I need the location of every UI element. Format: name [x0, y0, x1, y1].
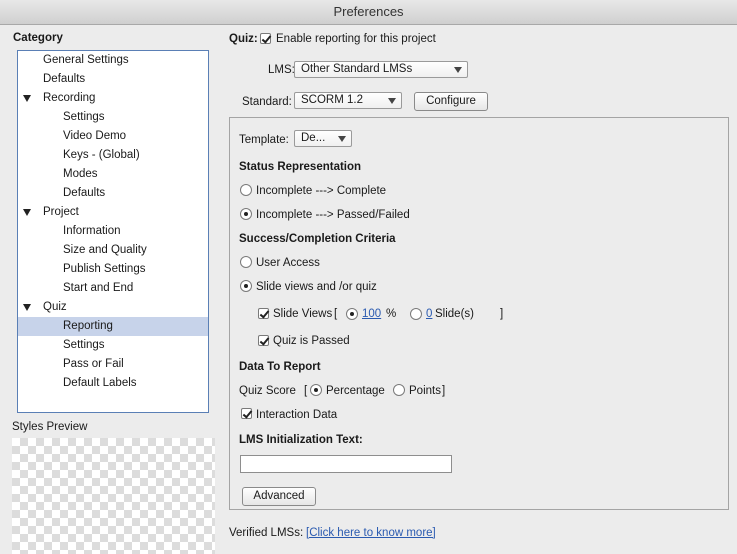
category-item-label: Quiz — [43, 301, 67, 313]
slide-views-slides-unit: Slide(s) — [435, 308, 474, 320]
percentage-label: Percentage — [326, 385, 385, 397]
quiz-score-open-bracket: [ — [304, 385, 308, 397]
category-item-pass-or-fail[interactable]: Pass or Fail — [18, 355, 208, 374]
category-tree: General Settings Defaults Recording Setting… — [17, 50, 209, 413]
template-select-value: De... — [301, 132, 326, 144]
category-item-project[interactable]: Project — [18, 203, 208, 222]
lms-init-text-input[interactable] — [240, 455, 452, 473]
category-item-label: Reporting — [63, 320, 113, 332]
percentage-radio[interactable] — [310, 384, 322, 396]
advanced-button[interactable]: Advanced — [242, 487, 316, 506]
slide-views-checkbox[interactable] — [258, 308, 269, 319]
lms-select[interactable]: Other Standard LMSs — [294, 61, 468, 78]
slide-views-label: Slide Views — [273, 308, 333, 320]
slide-views-quiz-label: Slide views and /or quiz — [256, 281, 377, 293]
category-item-label: Defaults — [63, 187, 106, 199]
chevron-down-icon — [338, 136, 346, 142]
category-item-label: Settings — [63, 339, 105, 351]
styles-preview-label: Styles Preview — [12, 421, 88, 433]
category-item-defaults[interactable]: Defaults — [18, 70, 208, 89]
points-radio[interactable] — [393, 384, 405, 396]
category-item-label: Pass or Fail — [63, 358, 124, 370]
configure-button[interactable]: Configure — [414, 92, 488, 111]
category-item-recording[interactable]: Recording — [18, 89, 208, 108]
template-select[interactable]: De... — [294, 130, 352, 147]
standard-label: Standard: — [242, 96, 292, 108]
category-heading: Category — [13, 32, 63, 44]
lms-label: LMS: — [268, 64, 295, 76]
status-passed-failed-radio[interactable] — [240, 208, 252, 220]
category-item-start-and-end[interactable]: Start and End — [18, 279, 208, 298]
category-item-modes[interactable]: Modes — [18, 165, 208, 184]
slide-views-close-bracket: ] — [500, 308, 504, 320]
category-item-publish-settings[interactable]: Publish Settings — [18, 260, 208, 279]
slide-views-open-bracket: [ — [334, 308, 338, 320]
window-title: Preferences — [0, 0, 737, 25]
quiz-label: Quiz: — [229, 33, 258, 45]
category-item-size-and-quality[interactable]: Size and Quality — [18, 241, 208, 260]
slide-views-percent-value[interactable]: 100 — [362, 307, 381, 321]
status-passed-failed-label: Incomplete ---> Passed/Failed — [256, 209, 410, 221]
standard-select[interactable]: SCORM 1.2 — [294, 92, 402, 109]
slide-views-slides-value[interactable]: 0 — [426, 307, 432, 321]
disclosure-triangle-icon[interactable] — [23, 304, 31, 311]
styles-preview-area — [12, 438, 215, 554]
category-item-label: Modes — [63, 168, 98, 180]
quiz-passed-label: Quiz is Passed — [273, 335, 350, 347]
lms-select-value: Other Standard LMSs — [301, 63, 413, 75]
category-item-label: General Settings — [43, 54, 129, 66]
category-item-information[interactable]: Information — [18, 222, 208, 241]
chevron-down-icon — [454, 67, 462, 73]
category-item-label: Start and End — [63, 282, 134, 294]
category-item-reporting[interactable]: Reporting — [18, 317, 208, 336]
category-item-default-labels[interactable]: Default Labels — [18, 374, 208, 393]
category-item-settings[interactable]: Settings — [18, 336, 208, 355]
category-item-defaults[interactable]: Defaults — [18, 184, 208, 203]
category-item-settings[interactable]: Settings — [18, 108, 208, 127]
status-heading: Status Representation — [239, 161, 362, 173]
interaction-data-label: Interaction Data — [256, 409, 338, 421]
disclosure-triangle-icon[interactable] — [23, 209, 31, 216]
quiz-score-close-bracket: ] — [442, 385, 446, 397]
quiz-score-label: Quiz Score — [239, 385, 296, 397]
chevron-down-icon — [388, 98, 396, 104]
slide-views-slides-radio[interactable] — [410, 308, 422, 320]
disclosure-triangle-icon[interactable] — [23, 95, 31, 102]
enable-reporting-checkbox[interactable] — [260, 33, 271, 44]
category-item-keys-global[interactable]: Keys - (Global) — [18, 146, 208, 165]
category-item-label: Keys - (Global) — [63, 149, 140, 161]
status-complete-radio[interactable] — [240, 184, 252, 196]
category-item-label: Project — [43, 206, 79, 218]
criteria-heading: Success/Completion Criteria — [239, 233, 396, 245]
slide-views-percent-unit: % — [386, 308, 397, 320]
verified-lms-link[interactable]: [Click here to know more] — [306, 526, 436, 540]
slide-views-percent-radio[interactable] — [346, 308, 358, 320]
category-item-video-demo[interactable]: Video Demo — [18, 127, 208, 146]
category-item-label: Information — [63, 225, 121, 237]
verified-lms-label: Verified LMSs: — [229, 527, 304, 539]
category-item-label: Defaults — [43, 73, 86, 85]
template-label: Template: — [239, 134, 289, 146]
slide-views-quiz-radio[interactable] — [240, 280, 252, 292]
points-label: Points — [409, 385, 441, 397]
standard-select-value: SCORM 1.2 — [301, 94, 363, 106]
user-access-radio[interactable] — [240, 256, 252, 268]
category-item-label: Video Demo — [63, 130, 127, 142]
user-access-label: User Access — [256, 257, 320, 269]
status-complete-label: Incomplete ---> Complete — [256, 185, 387, 197]
data-report-heading: Data To Report — [239, 361, 321, 373]
category-item-quiz[interactable]: Quiz — [18, 298, 208, 317]
category-item-label: Size and Quality — [63, 244, 147, 256]
category-item-label: Publish Settings — [63, 263, 146, 275]
quiz-passed-checkbox[interactable] — [258, 335, 269, 346]
category-item-general-settings[interactable]: General Settings — [18, 51, 208, 70]
category-item-label: Default Labels — [63, 377, 137, 389]
enable-reporting-label: Enable reporting for this project — [276, 33, 436, 45]
lms-init-heading: LMS Initialization Text: — [239, 434, 363, 446]
category-item-label: Settings — [63, 111, 105, 123]
interaction-data-checkbox[interactable] — [241, 408, 252, 419]
category-item-label: Recording — [43, 92, 96, 104]
